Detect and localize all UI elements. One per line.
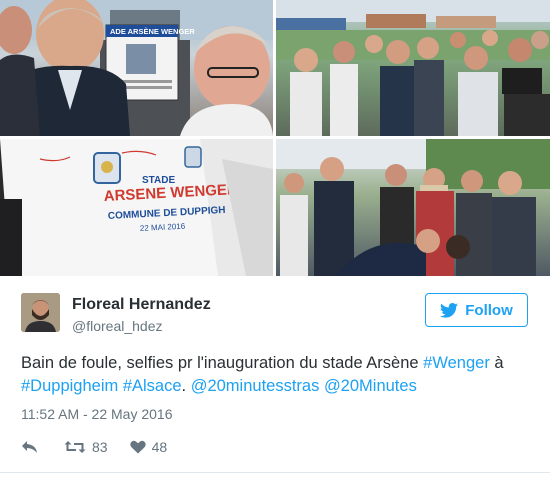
tweet-actions: 83 48	[21, 438, 167, 456]
tweet-card: ADE ARSÈNE WENGER STADE ARSENE WENGER CO…	[0, 0, 550, 478]
retweet-count: 83	[92, 439, 108, 455]
hashtag-link[interactable]: #Duppigheim	[21, 377, 118, 395]
tweet-photo-4[interactable]	[276, 139, 550, 276]
tweet-timestamp[interactable]: 11:52 AM - 22 May 2016	[21, 406, 173, 422]
photo-3-image: STADE ARSENE WENGER COMMUNE DE DUPPIGH 2…	[0, 139, 273, 276]
tweet-text-segment: Bain de foule, selfies pr l'inauguration…	[21, 354, 424, 372]
avatar-image	[21, 293, 60, 332]
follow-label: Follow	[465, 301, 513, 319]
mention-link[interactable]: @20minutesstras	[191, 377, 320, 395]
sign-text: ADE ARSÈNE WENGER	[110, 27, 195, 36]
heart-icon	[129, 440, 146, 454]
tweet-text-segment: .	[181, 377, 191, 395]
hashtag-link[interactable]: #Alsace	[123, 377, 182, 395]
author-handle[interactable]: @floreal_hdez	[72, 318, 163, 334]
photo-1-image: ADE ARSÈNE WENGER	[0, 0, 273, 136]
avatar[interactable]	[21, 293, 60, 332]
like-button[interactable]: 48	[129, 439, 168, 455]
retweet-button[interactable]: 83	[64, 439, 108, 455]
tweet-photo-3[interactable]: STADE ARSENE WENGER COMMUNE DE DUPPIGH 2…	[0, 139, 273, 276]
tweet-text-segment: à	[489, 354, 504, 372]
like-count: 48	[151, 439, 168, 455]
reply-button[interactable]	[21, 440, 38, 454]
photo-2-image	[276, 0, 550, 136]
bottom-divider	[0, 472, 550, 473]
author-name[interactable]: Floreal Hernandez	[72, 296, 211, 314]
retweet-icon	[64, 441, 86, 453]
tweet-photo-2[interactable]	[276, 0, 550, 136]
twitter-bird-icon	[440, 302, 459, 318]
photo-grid: ADE ARSÈNE WENGER STADE ARSENE WENGER CO…	[0, 0, 550, 276]
follow-button[interactable]: Follow	[425, 293, 528, 327]
tweet-text: Bain de foule, selfies pr l'inauguration…	[21, 352, 536, 398]
photo-4-image	[276, 139, 550, 276]
hashtag-link[interactable]: #Wenger	[423, 354, 490, 372]
mention-link[interactable]: @20Minutes	[324, 377, 417, 395]
tweet-photo-1[interactable]: ADE ARSÈNE WENGER	[0, 0, 273, 136]
reply-icon	[22, 441, 37, 453]
